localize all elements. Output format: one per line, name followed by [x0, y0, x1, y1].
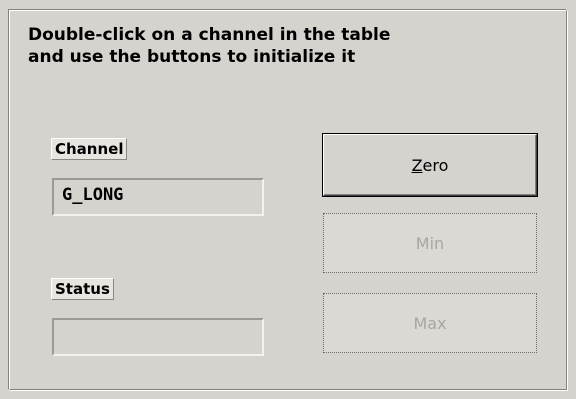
min-button-label: Min — [415, 233, 445, 253]
channel-label: Channel — [51, 138, 128, 160]
status-label: Status — [51, 278, 114, 300]
max-button-label: Max — [413, 313, 447, 333]
instructions-text: Double-click on a channel in the table a… — [28, 24, 508, 68]
instructions-line-1: Double-click on a channel in the table — [28, 25, 391, 45]
status-field[interactable] — [52, 318, 264, 356]
max-button[interactable]: Max — [323, 293, 537, 353]
zero-button-mnemonic: Z — [411, 155, 423, 175]
min-button[interactable]: Min — [323, 213, 537, 273]
zero-button[interactable]: Zero — [322, 133, 538, 197]
instructions-line-2: and use the buttons to initialize it — [28, 47, 356, 67]
channel-field[interactable]: G_LONG — [52, 178, 264, 216]
zero-button-label-rest: ero — [422, 155, 449, 175]
